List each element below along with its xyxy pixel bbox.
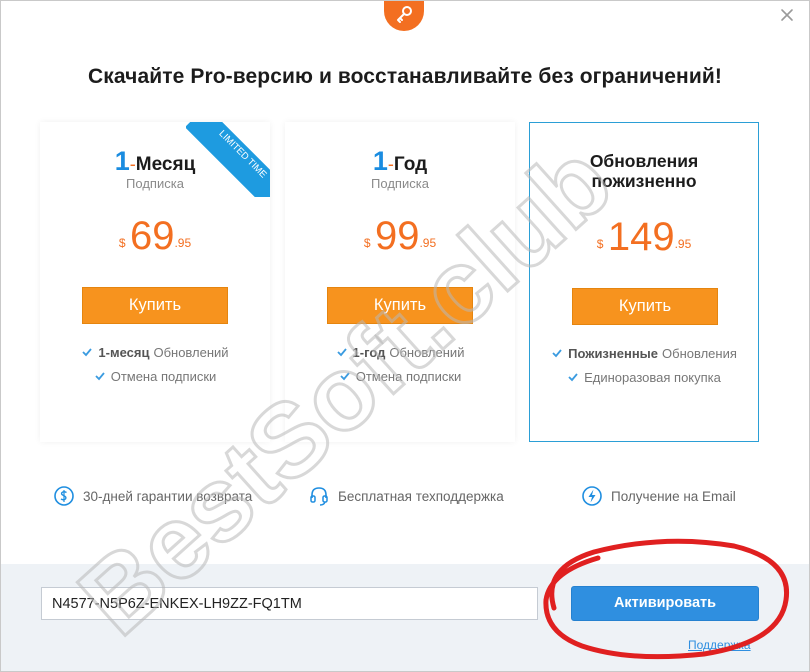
support-link[interactable]: Поддержка [688,638,751,652]
guarantee-email: Получение на Email [581,485,736,507]
plan-title-line: пожизненно [591,171,697,191]
plan-card-month: LIMITED TIME 1-Месяц Подписка $ 69.95 Ку… [40,122,270,442]
price-cents: .95 [674,237,692,251]
check-icon [340,372,350,381]
lightning-email-icon [582,486,602,506]
check-icon [95,372,105,381]
buy-button-year[interactable]: Купить [327,287,473,324]
purchase-dialog: Скачайте Pro-версию и восстанавливайте б… [0,0,810,672]
feature-item: 1-месяц Обновлений [40,340,270,364]
check-icon [336,348,347,357]
buy-button-month[interactable]: Купить [82,287,228,324]
close-icon [781,9,793,21]
plan-features: 1-месяц Обновлений Отмена подписки [40,340,270,388]
price-currency: $ [118,236,126,250]
guarantee-text: Получение на Email [611,488,736,504]
plan-title: 1-Год [285,146,515,177]
key-badge [384,1,424,31]
plan-price: $ 149.95 [530,215,758,260]
headset-icon [310,487,328,506]
price-main: 99 [374,214,420,258]
plan-number: 1 [114,146,130,176]
feature-bold: Пожизненные [568,345,659,361]
plan-card-year: 1-Год Подписка $ 99.95 Купить 1-год Обнов… [285,122,515,442]
feature-text: Обновлений [153,344,229,360]
feature-text: Отмена подписки [355,368,462,384]
check-icon [552,349,562,358]
plan-price: $ 99.95 [285,214,515,259]
plan-subtitle: Подписка [126,176,184,191]
plan-name: Месяц [135,154,196,175]
price-main: 69 [129,214,175,258]
plan-card-lifetime: Обновления пожизненно $ 149.95 Купить По… [529,122,759,442]
plan-number: 1 [372,146,388,176]
plan-name: Год [393,154,428,175]
plan-features: 1-год Обновлений Отмена подписки [285,340,515,388]
check-icon [82,348,93,357]
plan-price: $ 69.95 [40,214,270,259]
price-currency: $ [596,237,604,251]
feature-bold: 1-месяц [98,344,150,360]
page-title: Скачайте Pro-версию и восстанавливайте б… [88,65,722,88]
feature-item: Пожизненные Обновления [530,341,758,365]
guarantee-text: Бесплатная техподдержка [338,488,504,504]
feature-text: Обновления [662,345,737,361]
feature-item: 1-год Обновлений [285,340,515,364]
guarantee-money-back: 30-дней гарантии возврата [53,485,252,507]
close-button[interactable] [779,7,795,23]
feature-text: Единоразовая покупка [584,369,721,385]
feature-bold: 1-год [352,344,386,360]
license-key-input[interactable] [41,587,538,620]
feature-text: Отмена подписки [110,368,217,384]
plan-title-line: Обновления [589,151,699,171]
feature-item: Отмена подписки [285,364,515,388]
guarantees-row: 30-дней гарантии возврата Бесплатная тех… [1,485,809,515]
plan-features: Пожизненные Обновления Единоразовая покуп… [530,341,758,389]
plan-title: Обновления пожизненно [530,151,758,191]
money-back-icon [54,486,74,506]
price-cents: .95 [174,236,192,250]
feature-item: Единоразовая покупка [530,365,758,389]
guarantee-text: 30-дней гарантии возврата [83,488,253,504]
key-icon [397,6,412,23]
feature-item: Отмена подписки [40,364,270,388]
feature-text: Обновлений [389,344,465,360]
activate-button[interactable]: Активировать [571,586,759,621]
buy-button-lifetime[interactable]: Купить [572,288,718,325]
check-icon [568,373,578,382]
price-main: 149 [607,215,675,259]
activation-footer: Активировать Поддержка [1,564,809,671]
plan-subtitle: Подписка [371,176,429,191]
price-currency: $ [363,236,371,250]
guarantee-support: Бесплатная техподдержка [308,485,504,507]
plan-title: 1-Месяц [40,146,270,177]
price-cents: .95 [419,236,437,250]
